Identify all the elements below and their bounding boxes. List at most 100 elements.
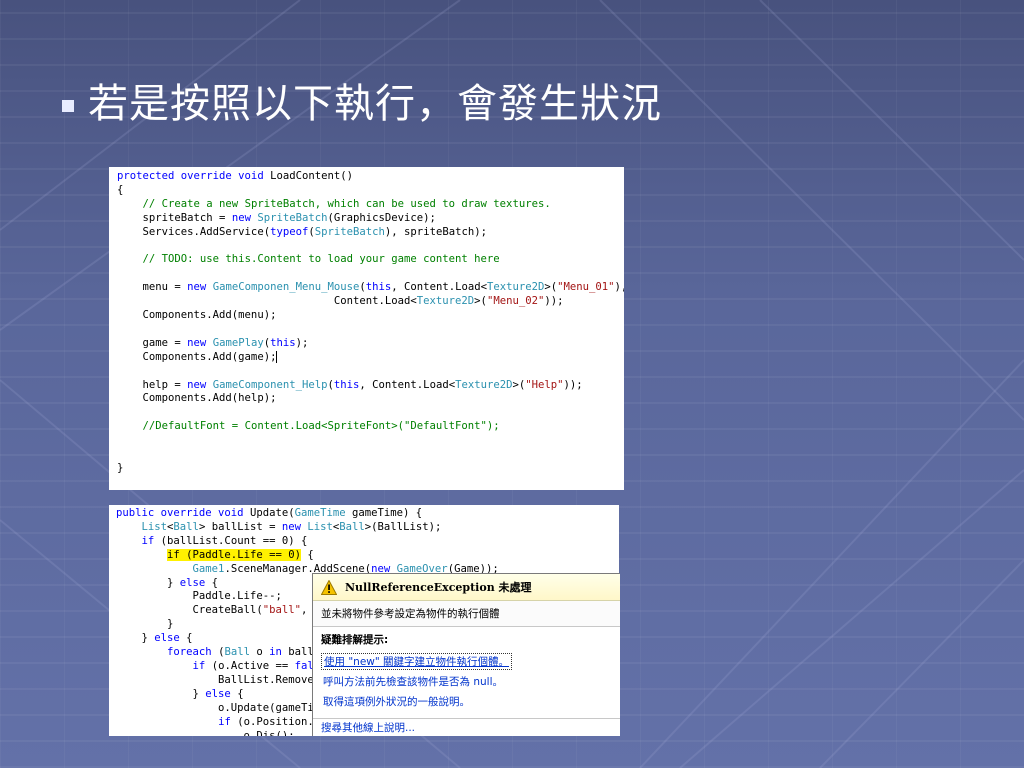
code-line: game = new GamePlay(this); — [117, 337, 624, 351]
code-line: } — [117, 462, 624, 476]
code-token: (o.Position. — [237, 715, 314, 728]
code-token: >(BallList); — [364, 520, 442, 533]
code-line: menu = new GameComponen_Menu_Mouse(this,… — [117, 281, 625, 295]
code-token: help = — [117, 378, 188, 391]
code-token: >( — [474, 295, 487, 308]
code-token: this — [333, 378, 360, 391]
code-token: SpriteBatch — [314, 225, 385, 238]
code-token: Ball — [224, 646, 250, 659]
code-token: List — [141, 520, 168, 533]
code-token: List — [307, 520, 333, 533]
code-token: in — [269, 646, 289, 659]
code-token: menu = — [117, 281, 188, 294]
code-token: Game1 — [192, 562, 225, 575]
code-token: o — [249, 646, 270, 659]
code-token: Services.AddService( — [117, 225, 271, 238]
code-token: // Create a new SpriteBatch, which can b… — [142, 197, 551, 210]
code-token: // TODO: use this.Content to load your g… — [142, 253, 500, 266]
code-token: { — [237, 687, 244, 700]
code-token: "Help" — [525, 378, 564, 391]
code-token: Content.Load< — [117, 295, 417, 308]
code-token: public override void — [116, 507, 250, 519]
code-token: this — [365, 281, 392, 294]
exception-title: NullReferenceException 未處理 — [345, 581, 532, 594]
code-token: (GraphicsDevice); — [327, 211, 436, 224]
code-line: Services.AddService(typeof(SpriteBatch),… — [117, 226, 624, 240]
code-line: if (ballList.Count == 0) { — [116, 535, 619, 549]
troubleshooting-tip-link[interactable]: 呼叫方法前先檢查該物件是否為 null。 — [313, 671, 620, 691]
code-token: new — [231, 211, 258, 224]
exception-assistant-dialog: NullReferenceException 未處理 並未將物件參考設定為物件的… — [312, 573, 620, 736]
code-line: //DefaultFont = Content.Load<SpriteFont>… — [117, 420, 624, 434]
code-token: else — [205, 687, 238, 700]
warning-icon — [321, 579, 337, 595]
code-token: o.Update(gameTi — [116, 701, 314, 714]
code-token: "Menu_01" — [557, 281, 615, 294]
code-token: if — [141, 534, 161, 547]
code-token: Texture2D — [416, 295, 475, 308]
code-token: , Content.Load< — [391, 281, 487, 294]
code-token: , — [300, 604, 308, 617]
code-token: o.Dis(); — [116, 729, 295, 737]
code-token: Paddle.Life--; — [116, 590, 282, 603]
code-token: > ballList = — [198, 520, 282, 533]
code-token: spriteBatch = — [117, 211, 232, 224]
code-token: } — [116, 632, 155, 645]
code-line: List<Ball> ballList = new List<Ball>(Bal… — [116, 521, 619, 535]
code-line: protected override void LoadContent() — [117, 170, 624, 184]
troubleshooting-heading: 疑難排解提示: — [321, 633, 389, 646]
search-online-help-link[interactable]: 搜尋其他線上說明... — [313, 718, 620, 736]
troubleshooting-tip-link[interactable]: 使用 "new" 關鍵字建立物件執行個體。 — [313, 651, 620, 671]
tip-text: 取得這項例外狀況的一般說明。 — [323, 695, 470, 708]
code-token: Components.Add(menu); — [117, 309, 277, 322]
code-token: } — [116, 618, 174, 631]
code-token: Ball — [339, 520, 365, 533]
code-token: Ball — [173, 520, 199, 533]
code-token: ); — [295, 336, 309, 349]
tip-text: 呼叫方法前先檢查該物件是否為 null。 — [323, 675, 503, 688]
code-line: Components.Add(help); — [117, 392, 624, 406]
troubleshooting-tip-link[interactable]: 取得這項例外狀況的一般說明。 — [313, 691, 620, 711]
code-token: new — [281, 520, 308, 533]
code-token: LoadContent() — [270, 170, 353, 182]
code-line: // TODO: use this.Content to load your g… — [117, 253, 624, 267]
code-token: { — [117, 183, 124, 196]
code-token: Texture2D — [486, 281, 545, 294]
code-token: } — [116, 576, 180, 589]
code-line: { — [117, 184, 624, 198]
code-line: if (Paddle.Life == 0) { — [116, 548, 619, 563]
code-line: public override void Update(GameTime gam… — [116, 507, 619, 521]
code-token: GameTime — [294, 507, 346, 519]
code-token: Update( — [249, 507, 295, 519]
code-token: SpriteBatch — [257, 211, 328, 224]
code-token: GameComponen_Menu_Mouse — [212, 281, 360, 294]
code-token: new — [187, 336, 213, 349]
square-bullet-icon — [62, 100, 74, 112]
code-token: { — [186, 632, 193, 645]
code-line: Components.Add(menu); — [117, 309, 624, 323]
code-token: >( — [512, 378, 526, 391]
code-token: , Content.Load< — [359, 378, 456, 391]
code-token: BallList.Remove — [116, 673, 314, 686]
code-line: Content.Load<Texture2D>("Menu_02")); — [117, 295, 624, 309]
tip-text: 使用 "new" 關鍵字建立物件執行個體。 — [321, 652, 513, 670]
code-token: else — [179, 576, 212, 589]
code-line: Components.Add(game); — [117, 350, 624, 365]
load-content-code-screenshot: protected override void LoadContent(){ /… — [109, 167, 624, 490]
slide-title: 若是按照以下執行，會發生狀況 — [88, 81, 662, 127]
code-token: GameComponent_Help — [212, 378, 328, 391]
